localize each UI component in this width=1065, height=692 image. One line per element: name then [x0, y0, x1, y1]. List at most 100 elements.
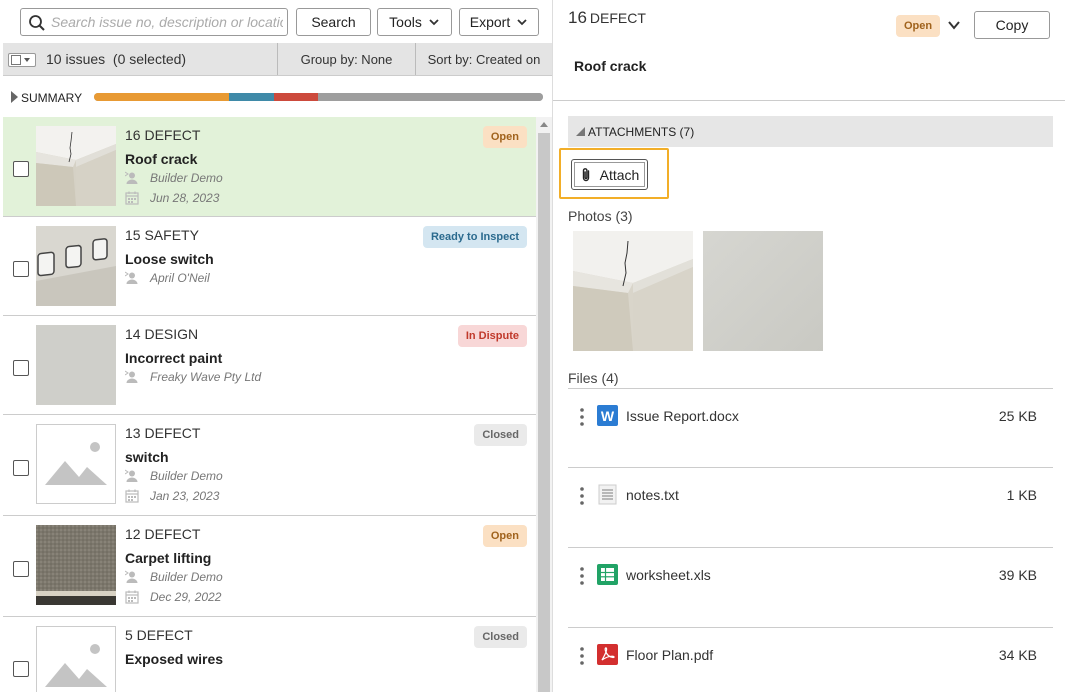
issue-count: 10 issues (0 selected) [46, 51, 187, 67]
copy-button[interactable]: Copy [974, 11, 1050, 39]
summary-segment [273, 93, 319, 101]
person-icon [125, 570, 138, 583]
issue-row[interactable]: 13 DEFECT switch Closed Builder Demo Jan 2… [3, 415, 536, 516]
issue-checkbox[interactable] [13, 561, 29, 577]
issue-number: 15 SAFETY [125, 227, 199, 243]
expand-triangle-icon[interactable] [11, 91, 18, 103]
chevron-down-icon [429, 19, 439, 26]
file-row[interactable]: notes.txt 1 KB [568, 467, 1053, 547]
issue-row[interactable]: 5 DEFECT Exposed wires Closed [3, 617, 536, 692]
issue-checkbox[interactable] [13, 661, 29, 677]
issue-thumbnail [36, 626, 116, 692]
file-size: 34 KB [998, 647, 1037, 663]
person-icon [125, 370, 138, 383]
checkbox-icon [11, 55, 21, 65]
file-size: 1 KB [1006, 487, 1037, 503]
list-header-bar: 10 issues (0 selected) Group by: None So… [3, 43, 552, 76]
attach-button-label: Attach [599, 166, 640, 183]
issue-number: 12 DEFECT [125, 526, 201, 542]
status-badge: In Dispute [457, 325, 527, 347]
issue-checkbox[interactable] [13, 360, 29, 376]
select-all-dropdown[interactable] [8, 53, 36, 67]
tools-button-label: Tools [389, 14, 422, 30]
photo-thumbnail[interactable] [573, 231, 693, 351]
issue-checkbox[interactable] [13, 261, 29, 277]
issue-assignee: Freaky Wave Pty Ltd [125, 370, 261, 384]
status-badge: Open [482, 126, 527, 148]
more-options-icon[interactable] [578, 407, 586, 427]
issue-title: Incorrect paint [125, 350, 223, 366]
search-icon [29, 15, 45, 31]
tools-button[interactable]: Tools [377, 8, 452, 36]
issue-checkbox[interactable] [13, 161, 29, 177]
svg-text:W: W [601, 408, 615, 424]
sort-by-label: Sort by: Created on [427, 51, 541, 67]
image-placeholder-icon [36, 626, 116, 692]
issue-title: Roof crack [125, 151, 198, 167]
corner-crack-thumbnail [36, 126, 116, 206]
issue-detail-panel: 16 DEFECT Open Copy Roof crack ATTACHMENT… [553, 0, 1065, 692]
issue-title: Carpet lifting [125, 550, 212, 566]
caret-down-icon [24, 58, 30, 62]
status-chevron-down-icon[interactable] [947, 19, 961, 31]
wall-photo [703, 231, 823, 351]
file-name[interactable]: worksheet.xls [626, 567, 711, 583]
sort-by-dropdown[interactable]: Sort by: Created on [415, 43, 552, 75]
status-summary-bar [94, 93, 543, 101]
detail-number: 16 [568, 8, 587, 27]
more-options-icon[interactable] [578, 566, 586, 586]
attachments-header-label: ATTACHMENTS (7) [588, 125, 695, 139]
file-row[interactable]: W Issue Report.docx 25 KB [568, 388, 1053, 468]
file-row[interactable]: worksheet.xls 39 KB [568, 547, 1053, 627]
issue-assignee: Builder Demo [125, 171, 223, 185]
issue-thumbnail [36, 525, 116, 605]
group-by-dropdown[interactable]: Group by: None [277, 43, 415, 75]
file-name[interactable]: Floor Plan.pdf [626, 647, 713, 663]
person-icon [125, 171, 138, 184]
scroll-up-arrow-icon[interactable] [540, 122, 548, 127]
file-row[interactable]: Floor Plan.pdf 34 KB [568, 627, 1053, 692]
search-box[interactable] [20, 8, 288, 36]
summary-section: SUMMARY [3, 77, 552, 117]
collapse-triangle-icon [576, 127, 585, 136]
assignee-name: Builder Demo [150, 469, 223, 483]
detail-status-badge: Open [896, 15, 941, 37]
issue-row[interactable]: 14 DESIGN Incorrect paint In Dispute Frea… [3, 316, 536, 415]
divider [553, 100, 1065, 101]
issue-date: Jan 23, 2023 [125, 489, 219, 503]
attachments-header[interactable]: ATTACHMENTS (7) [568, 116, 1053, 147]
detail-issue-number: 16 DEFECT [568, 8, 646, 28]
attach-button[interactable]: Attach [571, 159, 648, 190]
calendar-icon [125, 191, 139, 205]
issue-row[interactable]: 16 DEFECT Roof crack Open Builder Demo Jun… [3, 117, 536, 217]
photo-thumbnail[interactable] [703, 231, 823, 351]
more-options-icon[interactable] [578, 646, 586, 666]
summary-segment [228, 93, 274, 101]
scrollbar[interactable] [536, 117, 552, 692]
assignee-name: Builder Demo [150, 570, 223, 584]
detail-title: Roof crack [574, 58, 647, 74]
export-button[interactable]: Export [459, 8, 539, 36]
file-name[interactable]: notes.txt [626, 487, 679, 503]
export-button-label: Export [469, 14, 511, 30]
assignee-name: April O'Neil [150, 271, 210, 285]
calendar-icon [125, 590, 139, 604]
summary-segment [94, 93, 229, 101]
summary-label: SUMMARY [21, 91, 83, 105]
file-name[interactable]: Issue Report.docx [626, 408, 739, 424]
search-input[interactable] [51, 12, 283, 32]
search-button[interactable]: Search [296, 8, 371, 36]
issue-thumbnail [36, 424, 116, 504]
issue-checkbox[interactable] [13, 460, 29, 476]
chevron-down-icon [517, 19, 527, 26]
assignee-name: Builder Demo [150, 171, 223, 185]
due-date: Dec 29, 2022 [150, 590, 222, 604]
issue-title: Loose switch [125, 251, 214, 267]
issue-row[interactable]: 15 SAFETY Loose switch Ready to Inspect A… [3, 217, 536, 316]
issue-row[interactable]: 12 DEFECT Carpet lifting Open Builder Dem… [3, 516, 536, 617]
pdf-icon [597, 644, 618, 665]
more-options-icon[interactable] [578, 486, 586, 506]
issue-assignee: April O'Neil [125, 271, 210, 285]
scrollbar-thumb[interactable] [538, 133, 550, 692]
issue-date: Dec 29, 2022 [125, 590, 221, 604]
